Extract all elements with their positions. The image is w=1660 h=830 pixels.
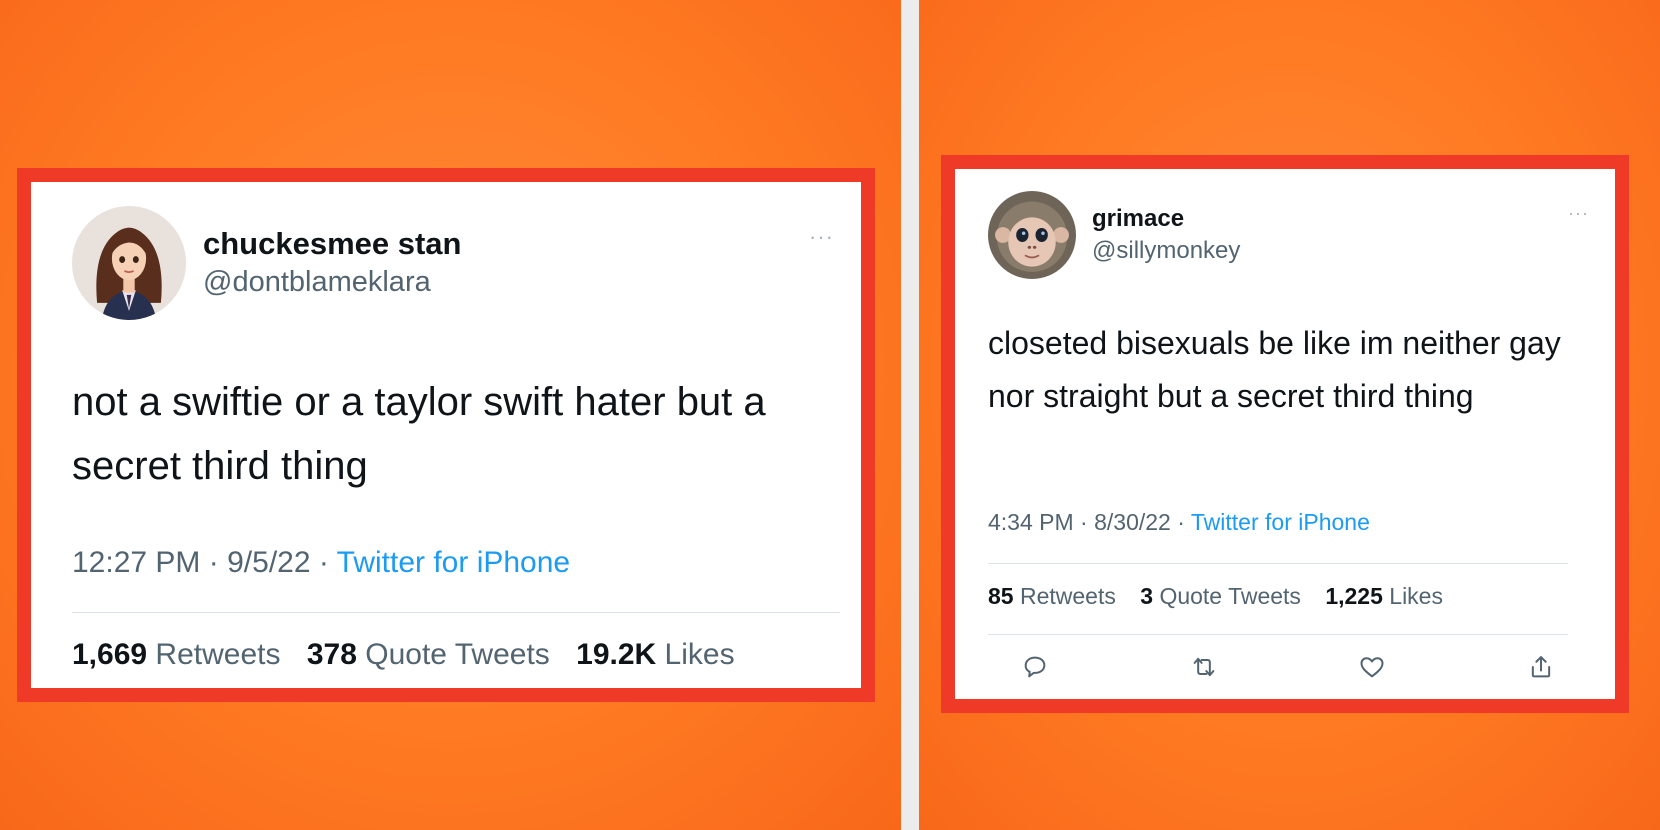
meta-separator: · (208, 546, 219, 579)
meta-separator: · (1177, 509, 1185, 535)
tweet-date[interactable]: 9/5/22 (227, 546, 310, 579)
tweet-time[interactable]: 4:34 PM (988, 509, 1074, 535)
retweet-button[interactable] (1187, 650, 1221, 684)
likes-stat[interactable]: 1,225 Likes (1325, 583, 1443, 609)
retweet-icon (1193, 657, 1214, 677)
likes-count: 19.2K (576, 638, 657, 671)
meta-separator: · (1080, 509, 1088, 535)
tweet-card: grimace @sillymonkey ··· closeted bisexu… (955, 169, 1615, 699)
quote-tweets-label: Quote Tweets (365, 638, 550, 671)
divider-line (988, 563, 1568, 564)
tweet-time[interactable]: 12:27 PM (72, 546, 200, 579)
share-icon (1531, 656, 1551, 678)
tweet-source-link[interactable]: Twitter for iPhone (337, 546, 570, 579)
like-button[interactable] (1355, 650, 1389, 684)
retweets-stat[interactable]: 85 Retweets (988, 583, 1116, 609)
tweet-actions-bar (1018, 650, 1558, 684)
likes-label: Likes (1389, 583, 1443, 609)
tweet-meta: 4:34 PM · 8/30/22 · Twitter for iPhone (988, 509, 1370, 536)
tweet-meta: 12:27 PM · 9/5/22 · Twitter for iPhone (72, 546, 570, 580)
retweets-stat[interactable]: 1,669 Retweets (72, 638, 280, 671)
reply-button[interactable] (1018, 650, 1052, 684)
tweet-card-frame-left: chuckesmee stan @dontblameklara ··· not … (17, 168, 875, 702)
quote-tweets-count: 3 (1140, 583, 1154, 609)
tweet-text: closeted bisexuals be like im neither ga… (988, 325, 1561, 414)
tweet-text: not a swiftie or a taylor swift hater bu… (72, 380, 766, 488)
likes-label: Likes (664, 638, 735, 671)
divider-line (988, 634, 1568, 635)
retweets-count: 85 (988, 583, 1014, 609)
tweet-date[interactable]: 8/30/22 (1094, 509, 1171, 535)
quote-tweets-label: Quote Tweets (1159, 583, 1301, 609)
user-handle[interactable]: @sillymonkey (1092, 237, 1240, 265)
quote-tweets-stat[interactable]: 3 Quote Tweets (1140, 583, 1301, 609)
tweet-stats: 1,669 Retweets 378 Quote Tweets 19.2K Li… (72, 638, 753, 672)
display-name[interactable]: grimace (1092, 205, 1184, 233)
retweets-count: 1,669 (72, 638, 148, 671)
share-button[interactable] (1524, 650, 1558, 684)
likes-stat[interactable]: 19.2K Likes (576, 638, 734, 671)
display-name[interactable]: chuckesmee stan (203, 226, 461, 262)
tweet-card-frame-right: grimace @sillymonkey ··· closeted bisexu… (941, 155, 1629, 713)
reply-icon (1024, 656, 1046, 678)
monkey-avatar-icon[interactable] (988, 191, 1076, 279)
tweet-stats: 85 Retweets 3 Quote Tweets 1,225 Likes (988, 583, 1461, 610)
retweets-label: Retweets (155, 638, 281, 671)
user-handle[interactable]: @dontblameklara (203, 266, 431, 299)
tweet-card: chuckesmee stan @dontblameklara ··· not … (31, 182, 861, 688)
quote-tweets-count: 378 (306, 638, 357, 671)
like-icon (1360, 657, 1384, 678)
likes-count: 1,225 (1325, 583, 1383, 609)
divider-line (72, 612, 840, 613)
quote-tweets-stat[interactable]: 378 Quote Tweets (307, 638, 550, 671)
retweets-label: Retweets (1019, 583, 1116, 609)
panel-divider (901, 0, 919, 830)
cartoon-woman-avatar-icon[interactable] (72, 206, 186, 320)
more-options-icon[interactable]: ··· (809, 224, 834, 250)
more-options-icon[interactable]: ··· (1568, 203, 1589, 224)
tweet-source-link[interactable]: Twitter for iPhone (1191, 509, 1370, 535)
meta-separator: · (318, 546, 329, 579)
